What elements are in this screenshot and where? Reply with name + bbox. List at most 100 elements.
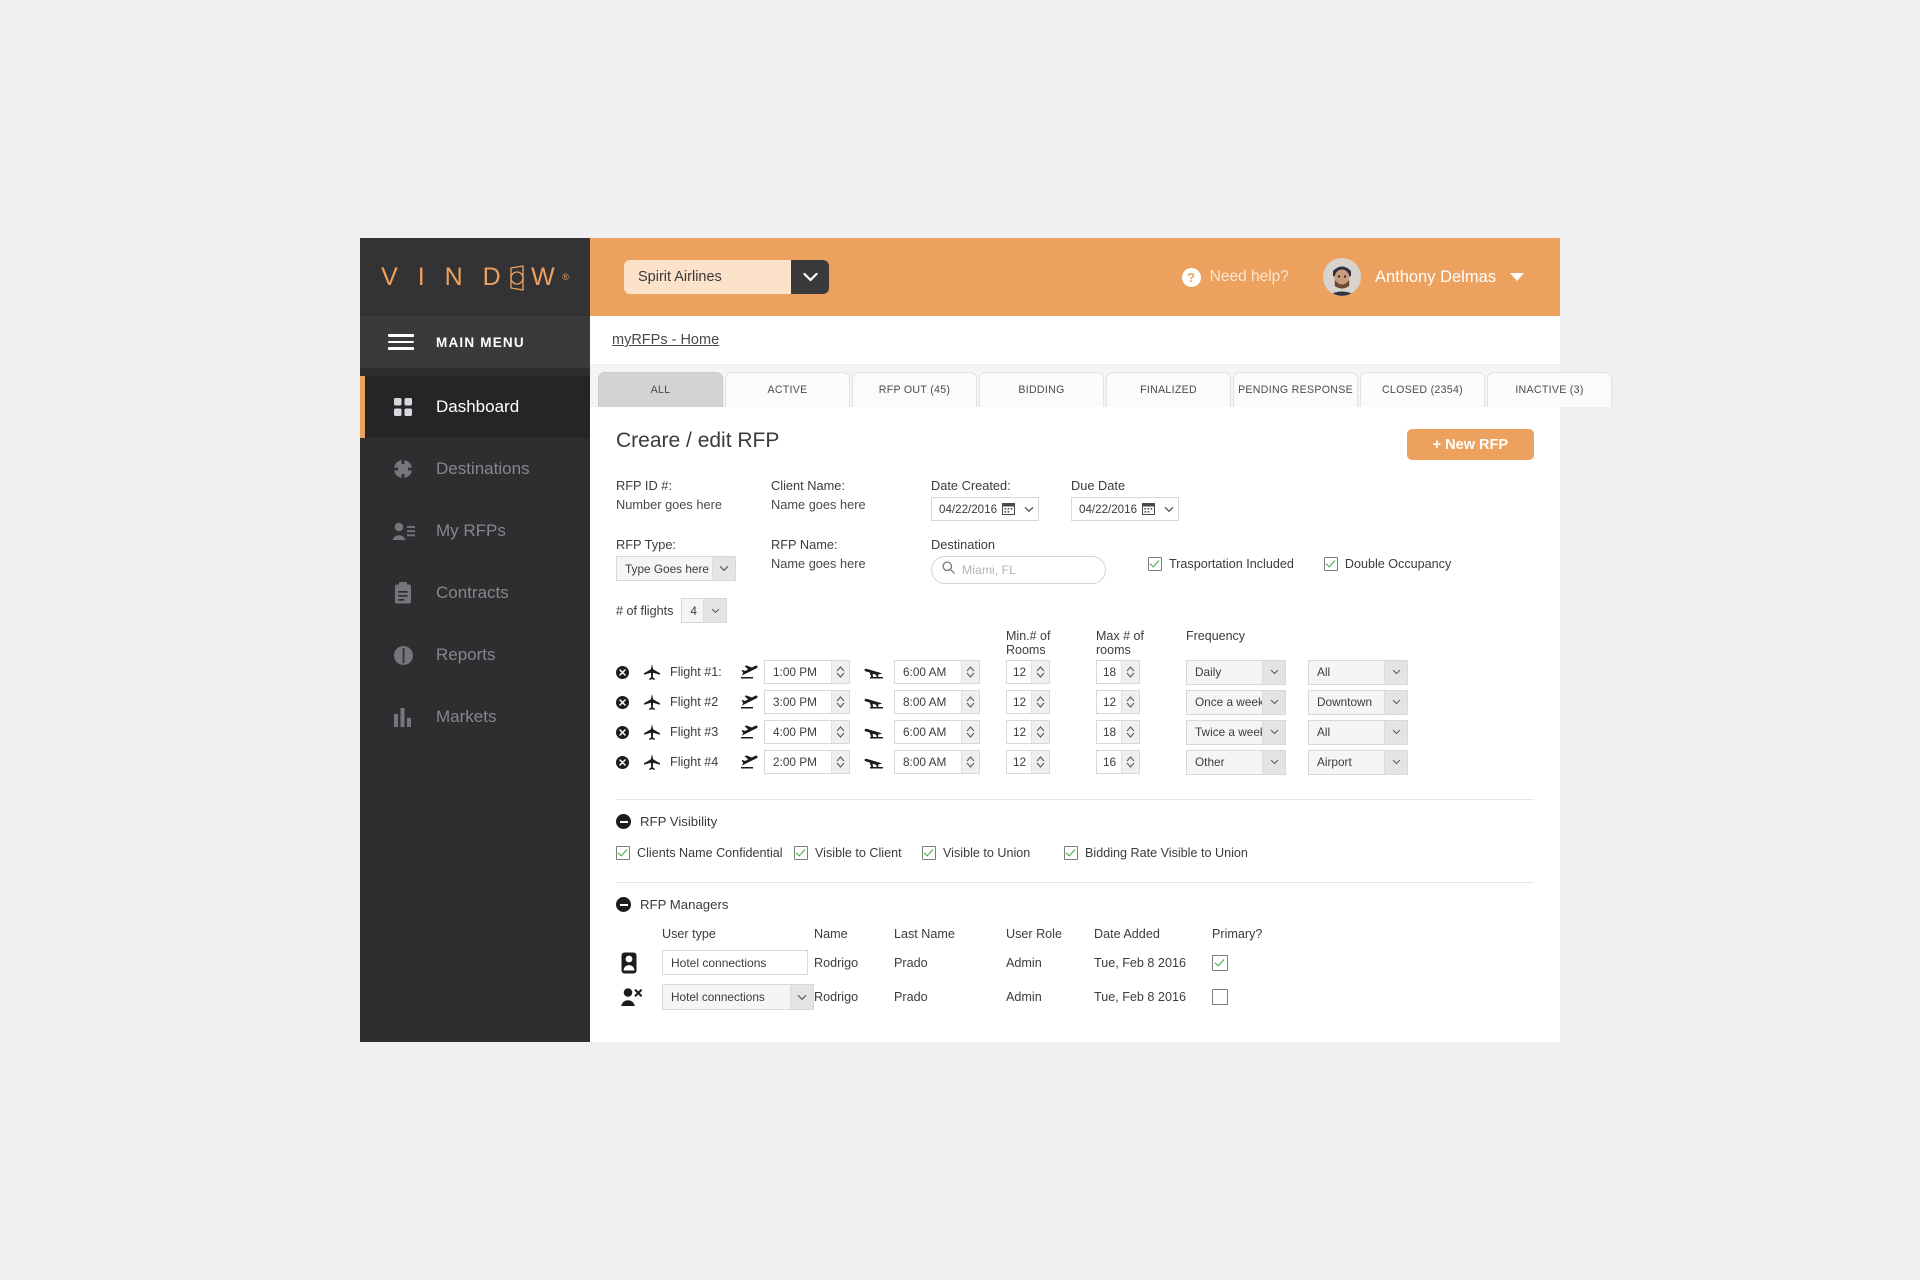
frequency-select[interactable]: Once a week — [1186, 689, 1286, 715]
user-type-select[interactable]: Hotel connections — [662, 984, 814, 1010]
arrival-time-input[interactable]: 8:00 AM — [894, 690, 980, 714]
rfp-visibility-section-header[interactable]: RFP Visibility — [616, 814, 1534, 829]
sidebar-item-my-rfps[interactable]: My RFPs — [360, 500, 590, 562]
arrival-time-input[interactable]: 6:00 AM — [894, 720, 980, 744]
double-occupancy-checkbox[interactable]: Double Occupancy — [1323, 557, 1451, 571]
vindow-o-logo-icon — [508, 265, 528, 291]
stepper-arrows-icon[interactable] — [831, 721, 849, 743]
rfp-type-select[interactable]: Type Goes here — [616, 556, 736, 581]
tab-finalized[interactable]: FINALIZED — [1106, 372, 1231, 407]
search-icon — [942, 561, 955, 579]
min-rooms-input[interactable]: 12 — [1006, 720, 1050, 744]
breadcrumb-link[interactable]: myRFPs - Home — [612, 332, 719, 348]
stepper-arrows-icon[interactable] — [1031, 661, 1049, 683]
tab-active[interactable]: ACTIVE — [725, 372, 850, 407]
stepper-arrows-icon[interactable] — [1031, 691, 1049, 713]
visibility-option-visible-to-client[interactable]: Visible to Client — [794, 846, 922, 860]
max-rooms-input[interactable]: 18 — [1096, 720, 1140, 744]
visibility-option-clients-name-confidential[interactable]: Clients Name Confidential — [616, 846, 794, 860]
area-select[interactable]: All — [1308, 719, 1408, 745]
tab-closed[interactable]: CLOSED (2354) — [1360, 372, 1485, 407]
manager-primary-checkbox[interactable] — [1212, 954, 1252, 971]
collapse-minus-icon[interactable] — [616, 814, 631, 829]
departure-time-input[interactable]: 1:00 PM — [764, 660, 850, 684]
transportation-included-checkbox[interactable]: Trasportation Included — [1148, 557, 1294, 571]
flights-count-select[interactable]: 4 — [681, 598, 728, 623]
area-select[interactable]: Airport — [1308, 749, 1408, 775]
max-rooms-value: 18 — [1103, 665, 1117, 679]
delete-flight-icon[interactable] — [616, 695, 644, 709]
rfp-managers-section-header[interactable]: RFP Managers — [616, 897, 1534, 912]
question-mark-icon: ? — [1181, 267, 1201, 287]
sidebar-item-destinations[interactable]: Destinations — [360, 438, 590, 500]
tab-bidding[interactable]: BIDDING — [979, 372, 1104, 407]
stepper-arrows-icon[interactable] — [961, 661, 979, 683]
sidebar-item-reports[interactable]: Reports — [360, 624, 590, 686]
stepper-arrows-icon[interactable] — [1121, 751, 1139, 773]
stepper-arrows-icon[interactable] — [1121, 691, 1139, 713]
visibility-option-visible-to-union[interactable]: Visible to Union — [922, 846, 1064, 860]
frequency-select[interactable]: Twice a week — [1186, 719, 1286, 745]
visibility-option-bidding-rate-visible-to-union[interactable]: Bidding Rate Visible to Union — [1064, 846, 1248, 860]
min-rooms-input[interactable]: 12 — [1006, 690, 1050, 714]
stepper-arrows-icon[interactable] — [831, 691, 849, 713]
frequency-value: Once a week — [1195, 695, 1262, 709]
min-rooms-input[interactable]: 12 — [1006, 660, 1050, 684]
arrival-time-input[interactable]: 8:00 AM — [894, 750, 980, 774]
user-type-input[interactable]: Hotel connections — [662, 950, 808, 975]
checkbox-icon — [1323, 557, 1338, 571]
tab-all[interactable]: ALL — [598, 372, 723, 407]
departure-time-input[interactable]: 2:00 PM — [764, 750, 850, 774]
company-select[interactable]: Spirit Airlines — [624, 260, 829, 294]
tab-inactive[interactable]: INACTIVE (3) — [1487, 372, 1612, 407]
date-created-input[interactable]: 04/22/2016 — [931, 497, 1039, 521]
need-help-button[interactable]: ? Need help? — [1181, 267, 1289, 287]
stepper-arrows-icon[interactable] — [1031, 751, 1049, 773]
stepper-arrows-icon[interactable] — [1031, 721, 1049, 743]
frequency-select[interactable]: Other — [1186, 749, 1286, 775]
max-rooms-input[interactable]: 12 — [1096, 690, 1140, 714]
compass-icon — [390, 456, 416, 482]
new-rfp-button[interactable]: + New RFP — [1406, 429, 1534, 460]
max-rooms-input[interactable]: 18 — [1096, 660, 1140, 684]
delete-flight-icon[interactable] — [616, 725, 644, 739]
departure-time-input[interactable]: 3:00 PM — [764, 690, 850, 714]
due-date-input[interactable]: 04/22/2016 — [1071, 497, 1179, 521]
managers-column-headers: User type Name Last Name User Role Date … — [616, 927, 1534, 941]
tab-pending-response[interactable]: PENDING RESPONSE — [1233, 372, 1358, 407]
stepper-arrows-icon[interactable] — [1121, 721, 1139, 743]
min-rooms-input[interactable]: 12 — [1006, 750, 1050, 774]
stepper-arrows-icon[interactable] — [961, 721, 979, 743]
hamburger-icon — [388, 334, 414, 350]
departure-time-input[interactable]: 4:00 PM — [764, 720, 850, 744]
date-created-value: 04/22/2016 — [939, 502, 998, 516]
tab-rfp-out[interactable]: RFP OUT (45) — [852, 372, 977, 407]
frequency-select[interactable]: Daily — [1186, 659, 1286, 685]
area-value: Airport — [1317, 755, 1352, 769]
checkbox-icon — [1212, 989, 1228, 1005]
arrival-time-input[interactable]: 6:00 AM — [894, 660, 980, 684]
delete-flight-icon[interactable] — [616, 665, 644, 679]
stepper-arrows-icon[interactable] — [831, 751, 849, 773]
flight-row: Flight #4 2:00 PM 8:00 AM 12 16 Other Ai… — [616, 747, 1534, 777]
manager-primary-checkbox[interactable] — [1212, 989, 1252, 1005]
rfp-visibility-title: RFP Visibility — [640, 814, 718, 829]
delete-flight-icon[interactable] — [616, 755, 644, 769]
collapse-minus-icon[interactable] — [616, 897, 631, 912]
area-select[interactable]: Downtown — [1308, 689, 1408, 715]
user-name: Anthony Delmas — [1374, 267, 1496, 286]
stepper-arrows-icon[interactable] — [961, 751, 979, 773]
main-menu-toggle[interactable]: MAIN MENU — [360, 316, 590, 368]
area-select[interactable]: All — [1308, 659, 1408, 685]
stepper-arrows-icon[interactable] — [1121, 661, 1139, 683]
max-rooms-value: 18 — [1103, 725, 1117, 739]
max-rooms-input[interactable]: 16 — [1096, 750, 1140, 774]
destination-input[interactable]: Miami, FL — [931, 556, 1106, 584]
sidebar-item-dashboard[interactable]: Dashboard — [360, 376, 590, 438]
stepper-arrows-icon[interactable] — [831, 661, 849, 683]
sidebar-item-markets[interactable]: Markets — [360, 686, 590, 748]
user-menu[interactable]: Anthony Delmas — [1322, 258, 1524, 296]
sidebar-item-contracts[interactable]: Contracts — [360, 562, 590, 624]
stepper-arrows-icon[interactable] — [961, 691, 979, 713]
airplane-icon — [644, 754, 670, 770]
